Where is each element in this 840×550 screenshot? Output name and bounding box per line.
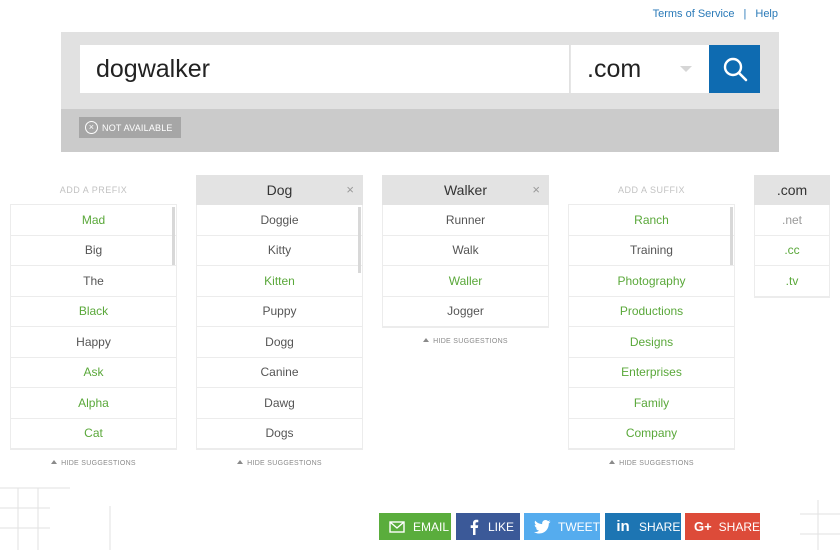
list-item[interactable]: Company xyxy=(569,419,734,449)
facebook-icon xyxy=(464,519,484,535)
scrollbar[interactable] xyxy=(172,207,175,265)
remove-icon[interactable]: × xyxy=(346,182,354,197)
scrollbar[interactable] xyxy=(358,207,361,273)
list-item[interactable]: Mad xyxy=(11,205,176,236)
hide-suggestions-toggle[interactable]: HIDE SUGGESTIONS xyxy=(568,460,735,467)
list-item[interactable]: Family xyxy=(569,388,734,419)
email-share-button[interactable]: EMAIL xyxy=(379,513,451,540)
chevron-down-icon xyxy=(680,66,692,72)
email-icon xyxy=(387,520,407,533)
hide-suggestions-toggle[interactable]: HIDE SUGGESTIONS xyxy=(196,460,363,467)
search-button[interactable] xyxy=(709,45,760,93)
list-item[interactable]: .cc xyxy=(755,236,829,266)
word-header-dog[interactable]: Dog × xyxy=(196,175,363,205)
list-item[interactable]: Canine xyxy=(197,358,362,388)
prefix-header-label: ADD A PREFIX xyxy=(59,184,128,195)
list-item[interactable]: Kitten xyxy=(197,266,362,297)
chevron-up-icon xyxy=(609,460,616,464)
status-text: NOT AVAILABLE xyxy=(102,122,173,133)
walker-suggestion-list: Runner Walk Waller Jogger xyxy=(382,205,549,328)
word-column-dog: Dog × Doggie Kitty Kitten Puppy Dogg Can… xyxy=(196,175,363,467)
scrollbar[interactable] xyxy=(730,207,733,265)
list-item[interactable]: Dogg xyxy=(197,327,362,358)
word-column-walker: Walker × Runner Walk Waller Jogger HIDE … xyxy=(382,175,549,345)
suffix-suggestion-list: Ranch Training Photography Productions D… xyxy=(568,205,735,450)
facebook-like-label: LIKE xyxy=(488,519,515,534)
word-header-label: Walker xyxy=(443,182,488,198)
grid-decoration xyxy=(0,487,111,550)
list-item[interactable]: Photography xyxy=(569,266,734,297)
google-plus-share-label: SHARE xyxy=(718,519,760,534)
word-header-walker[interactable]: Walker × xyxy=(382,175,549,205)
word-header-label: Dog xyxy=(266,182,293,198)
list-item[interactable]: Dogs xyxy=(197,419,362,449)
prefix-suggestion-list: Mad Big The Black Happy Ask Alpha Cat xyxy=(10,205,177,450)
list-item[interactable]: Alpha xyxy=(11,388,176,419)
hide-suggestions-label: HIDE SUGGESTIONS xyxy=(247,460,322,467)
linkedin-icon: in xyxy=(616,518,630,535)
suffix-header[interactable]: ADD A SUFFIX xyxy=(568,175,735,205)
list-item[interactable]: Productions xyxy=(569,297,734,327)
list-item[interactable]: Puppy xyxy=(197,297,362,327)
list-item[interactable]: Designs xyxy=(569,327,734,358)
prefix-column: ADD A PREFIX Mad Big The Black Happy Ask… xyxy=(10,175,177,467)
tld-dropdown[interactable]: .com xyxy=(570,45,709,93)
hide-suggestions-toggle[interactable]: HIDE SUGGESTIONS xyxy=(10,460,177,467)
twitter-tweet-button[interactable]: TWEET xyxy=(524,513,600,540)
search-icon xyxy=(723,57,747,82)
list-item[interactable]: Walk xyxy=(383,236,548,266)
hide-suggestions-label: HIDE SUGGESTIONS xyxy=(61,460,136,467)
link-separator: | xyxy=(743,8,747,20)
list-item[interactable]: Jogger xyxy=(383,297,548,327)
domain-search-input[interactable] xyxy=(80,45,569,93)
google-plus-share-button[interactable]: G+ SHARE xyxy=(685,513,760,540)
email-share-label: EMAIL xyxy=(413,519,450,534)
list-item[interactable]: Training xyxy=(569,236,734,266)
chevron-up-icon xyxy=(51,460,58,464)
suffix-column: ADD A SUFFIX Ranch Training Photography … xyxy=(568,175,735,467)
hide-suggestions-label: HIDE SUGGESTIONS xyxy=(433,338,508,345)
list-item[interactable]: Black xyxy=(11,297,176,327)
top-links: Terms of Service | Help xyxy=(653,8,778,20)
list-item[interactable]: Big xyxy=(11,236,176,266)
prefix-header[interactable]: ADD A PREFIX xyxy=(10,175,177,205)
hide-suggestions-label: HIDE SUGGESTIONS xyxy=(619,460,694,467)
remove-icon[interactable]: × xyxy=(532,182,540,197)
linkedin-share-button[interactable]: in SHARE xyxy=(605,513,681,540)
tld-header-label: .com xyxy=(776,182,808,198)
facebook-like-button[interactable]: LIKE xyxy=(456,513,520,540)
grid-decoration xyxy=(800,500,840,550)
list-item[interactable]: Ranch xyxy=(569,205,734,236)
tld-suggestion-list: .net .cc .tv xyxy=(754,205,830,298)
list-item[interactable]: Kitty xyxy=(197,236,362,266)
help-link[interactable]: Help xyxy=(755,8,778,20)
chevron-up-icon xyxy=(237,460,244,464)
list-item[interactable]: The xyxy=(11,266,176,297)
list-item[interactable]: .net xyxy=(755,205,829,236)
twitter-tweet-label: TWEET xyxy=(558,519,600,534)
list-item[interactable]: Doggie xyxy=(197,205,362,236)
google-plus-icon: G+ xyxy=(693,519,712,534)
hide-suggestions-toggle[interactable]: HIDE SUGGESTIONS xyxy=(382,338,549,345)
list-item[interactable]: Cat xyxy=(11,419,176,449)
dog-suggestion-list: Doggie Kitty Kitten Puppy Dogg Canine Da… xyxy=(196,205,363,450)
list-item[interactable]: Ask xyxy=(11,358,176,388)
list-item[interactable]: .tv xyxy=(755,266,829,297)
close-circle-icon: × xyxy=(85,121,98,134)
list-item[interactable]: Dawg xyxy=(197,388,362,419)
status-badge: × NOT AVAILABLE xyxy=(79,117,181,138)
list-item[interactable]: Runner xyxy=(383,205,548,236)
list-item[interactable]: Waller xyxy=(383,266,548,297)
suffix-header-label: ADD A SUFFIX xyxy=(617,184,685,195)
list-item[interactable]: Happy xyxy=(11,327,176,358)
chevron-up-icon xyxy=(423,338,430,342)
tld-selected-value: .com xyxy=(587,54,642,83)
linkedin-share-label: SHARE xyxy=(639,519,681,534)
list-item[interactable]: Enterprises xyxy=(569,358,734,388)
tld-header[interactable]: .com xyxy=(754,175,830,205)
tld-column: .com .net .cc .tv xyxy=(754,175,830,298)
terms-of-service-link[interactable]: Terms of Service xyxy=(653,8,735,20)
twitter-icon xyxy=(532,519,552,534)
